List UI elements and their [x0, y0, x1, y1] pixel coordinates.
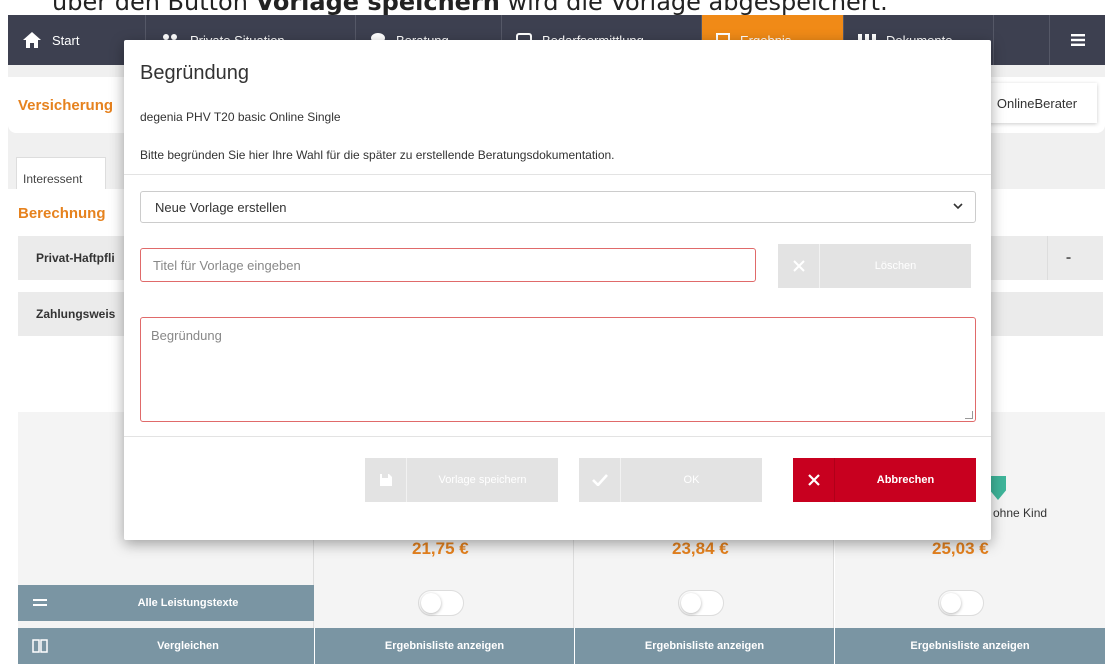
ok-button-label: OK: [683, 474, 700, 486]
template-title-placeholder: Titel für Vorlage eingeben: [153, 257, 301, 273]
delete-button-label: Löschen: [874, 260, 917, 272]
resize-grip-icon[interactable]: [965, 411, 973, 419]
online-berater-button[interactable]: OnlineBerater: [977, 83, 1097, 123]
modal-info-text: Bitte begründen Sie hier Ihre Wahl für d…: [140, 148, 615, 162]
modal-divider: [124, 174, 991, 175]
product-name: degenia PHV T20 basic Online Single: [140, 110, 341, 124]
alle-leistungstexte-bar[interactable]: Alle Leistungstexte: [18, 585, 314, 621]
alle-leistungstexte-label: Alle Leistungstexte: [137, 597, 239, 609]
home-icon: [23, 32, 41, 48]
checkmark-icon: [579, 458, 621, 502]
cancel-button-label: Abbrechen: [876, 474, 935, 486]
price-3: 25,03 €: [932, 539, 989, 558]
price-2: 23,84 €: [672, 539, 729, 558]
toggle-1[interactable]: [418, 590, 464, 616]
menu-button[interactable]: [1049, 15, 1105, 65]
ohne-kind-label: ohne Kind: [993, 506, 1048, 520]
template-select-value: Neue Vorlage erstellen: [155, 199, 287, 215]
begruendung-modal: Begründung degenia PHV T20 basic Online …: [124, 40, 991, 540]
vergleichen-button[interactable]: Vergleichen: [62, 628, 314, 664]
reason-textarea[interactable]: Begründung: [140, 317, 976, 422]
tab-interessent[interactable]: Interessent: [16, 157, 106, 189]
price-1: 21,75 €: [412, 539, 469, 558]
delete-button[interactable]: Löschen: [778, 244, 971, 288]
berechnung-heading: Berechnung: [18, 205, 106, 222]
ergebnisliste-button-2[interactable]: Ergebnisliste anzeigen: [574, 628, 834, 664]
ok-button[interactable]: OK: [579, 458, 762, 502]
reason-placeholder: Begründung: [151, 328, 222, 343]
close-icon: [793, 458, 835, 502]
toggle-2[interactable]: [678, 590, 724, 616]
compare-bar: Vergleichen Ergebnisliste anzeigen Ergeb…: [18, 628, 1105, 664]
instruction-caption: über den Button Vorlage speichern wird d…: [52, 0, 888, 16]
save-template-button[interactable]: Vorlage speichern: [365, 458, 558, 502]
ergebnisliste-button-1[interactable]: Ergebnisliste anzeigen: [314, 628, 574, 664]
save-template-label: Vorlage speichern: [438, 474, 527, 486]
hamburger-icon: [1070, 34, 1085, 46]
template-select[interactable]: Neue Vorlage erstellen: [140, 191, 976, 223]
ergebnisliste-button-3[interactable]: Ergebnisliste anzeigen: [834, 628, 1105, 664]
nav-start-label: Start: [52, 32, 80, 48]
close-icon: [778, 244, 820, 288]
chevron-down-icon: [953, 203, 963, 210]
minus-button[interactable]: -: [1047, 236, 1089, 280]
privat-haftpflicht-label: Privat-Haftpfli: [36, 251, 115, 265]
lines-icon: [18, 585, 62, 621]
zahlungsweise-label: Zahlungsweis: [36, 307, 116, 321]
cancel-button[interactable]: Abbrechen: [793, 458, 976, 502]
template-title-input[interactable]: Titel für Vorlage eingeben: [140, 248, 756, 282]
floppy-icon: [365, 458, 407, 502]
toggle-3[interactable]: [938, 590, 984, 616]
compare-icon: [18, 628, 62, 664]
modal-footer-divider: [124, 436, 991, 437]
insurance-title: Versicherung: [18, 97, 114, 114]
modal-title: Begründung: [140, 62, 249, 84]
